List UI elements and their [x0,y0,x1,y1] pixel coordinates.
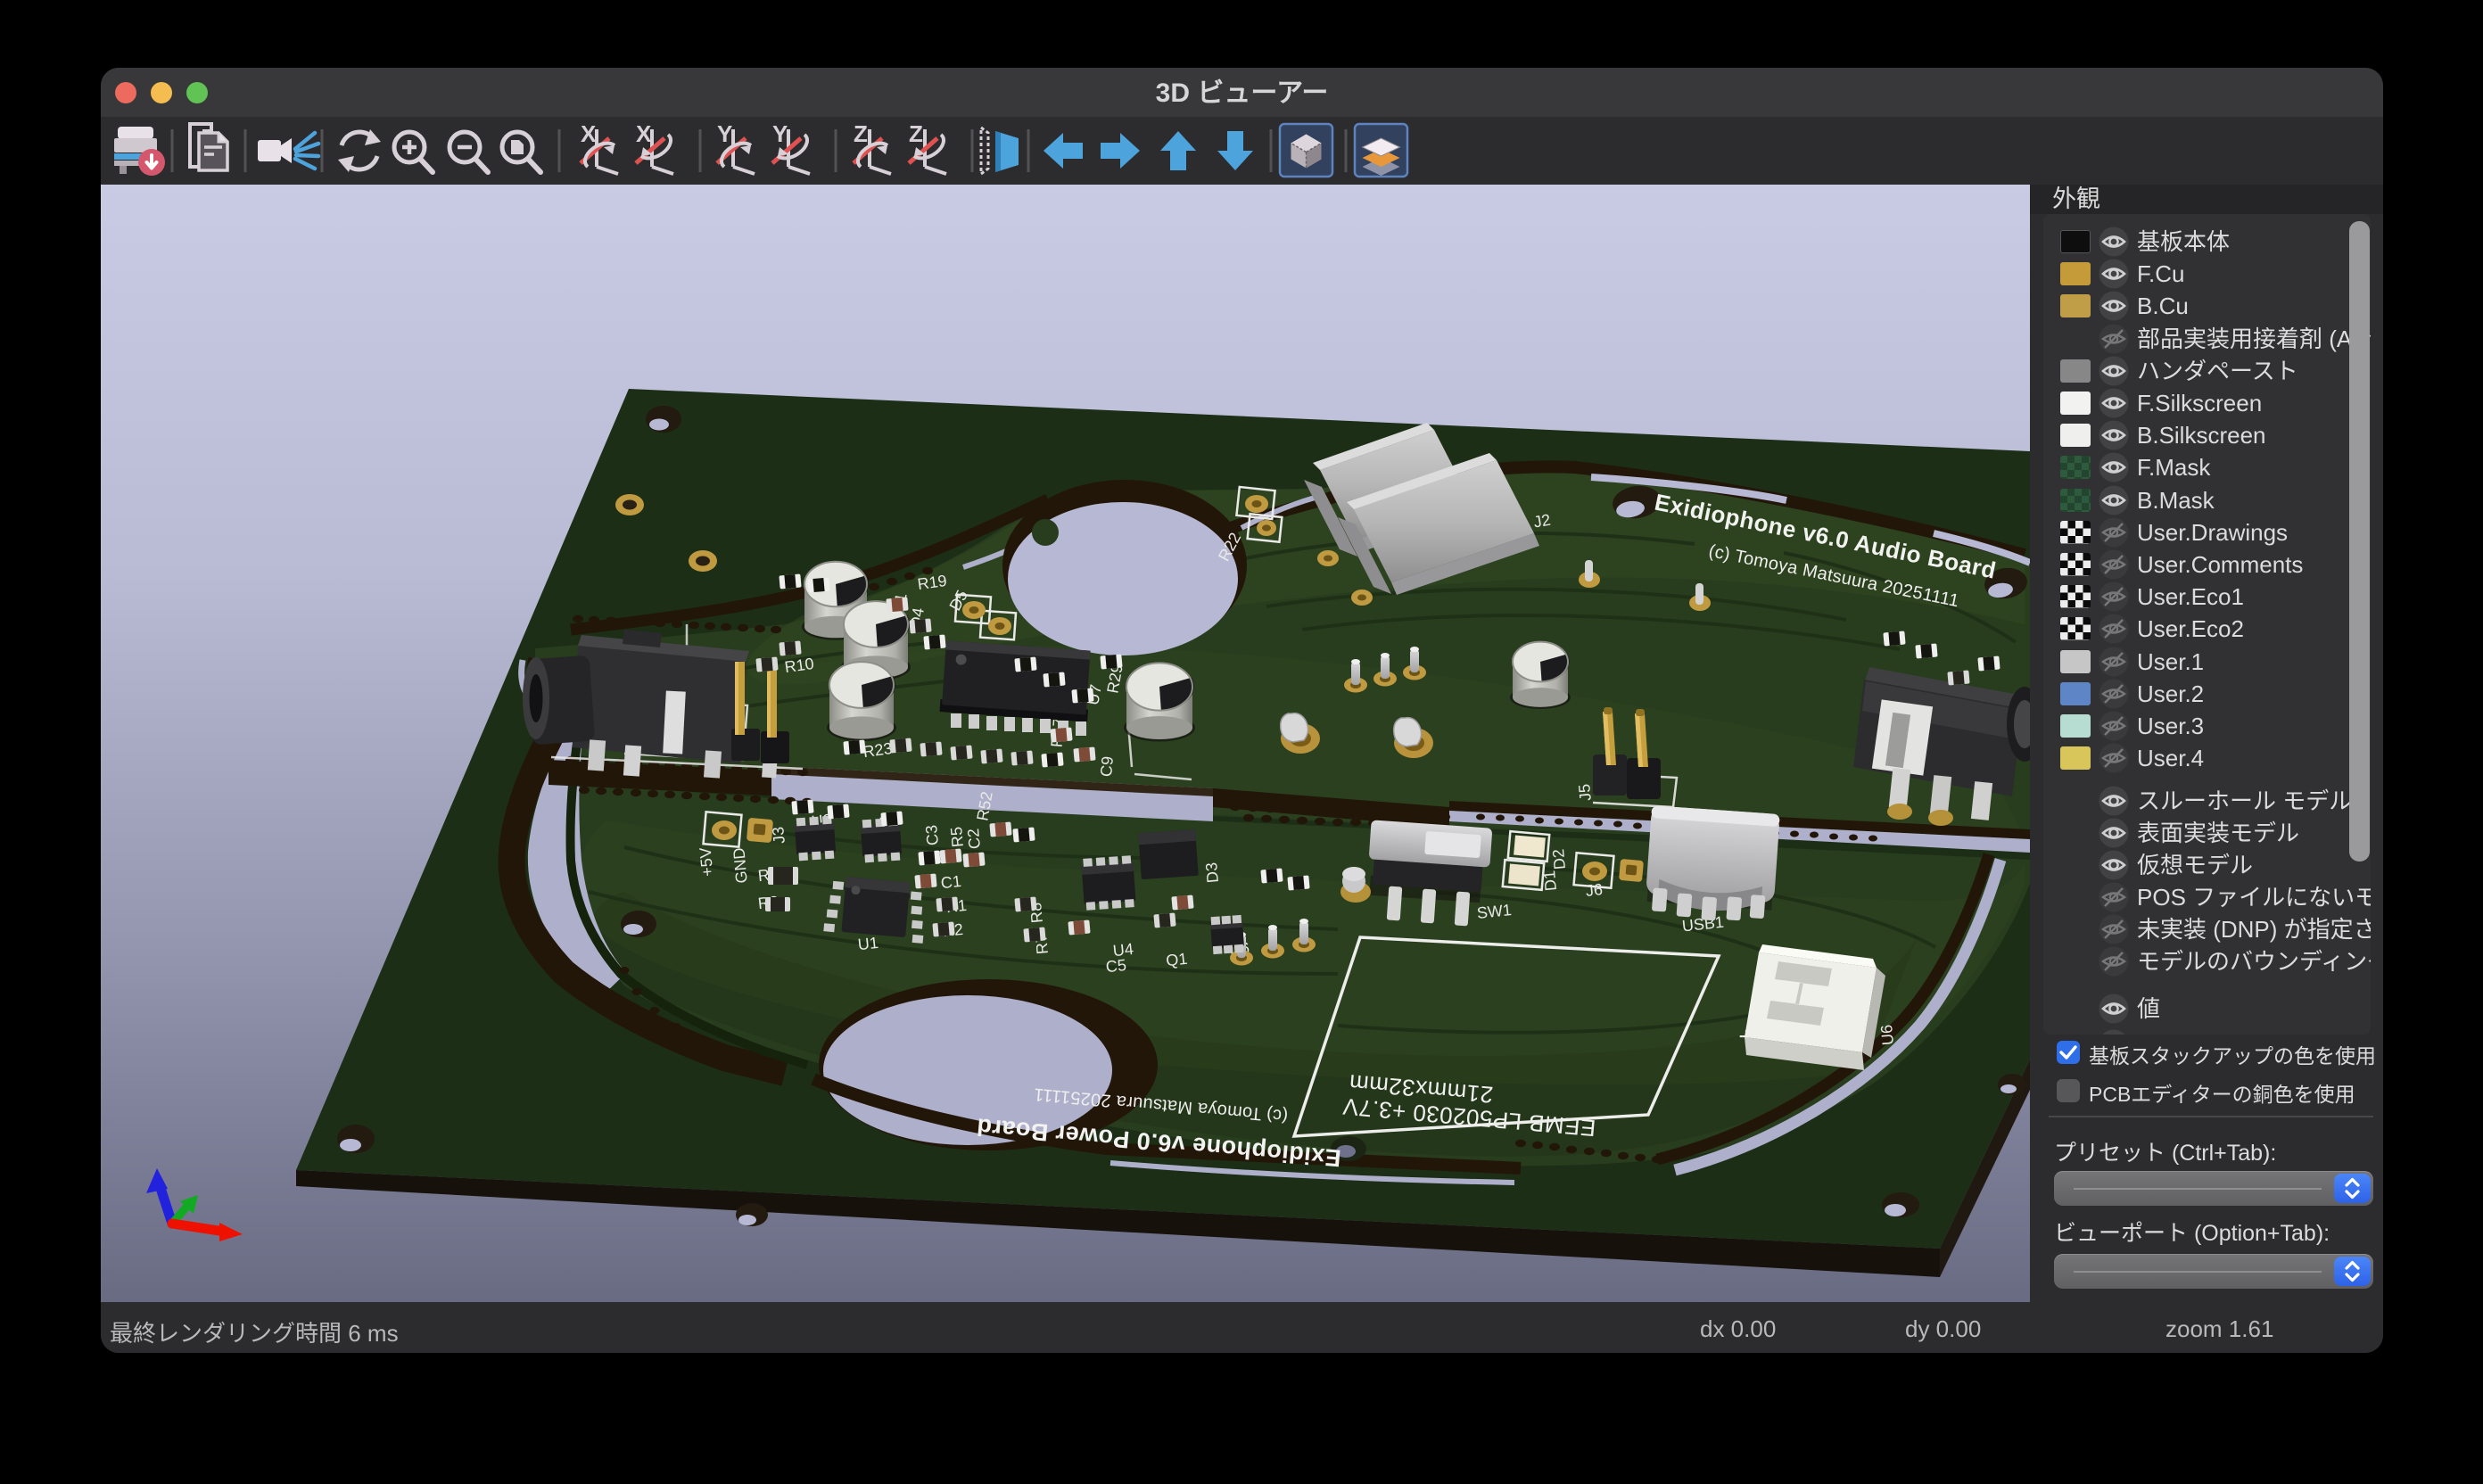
svg-text:J5: J5 [1575,783,1595,802]
svg-text:D3: D3 [1202,862,1222,884]
svg-text:J2: J2 [1532,511,1552,532]
svg-text:GND: GND [730,847,750,885]
svg-text:Y: Y [772,120,788,147]
svg-text:Y: Y [717,120,732,147]
svg-text:X: X [581,120,597,147]
svg-text:R5: R5 [947,826,967,848]
svg-text:Z: Z [909,120,923,147]
svg-text:U1: U1 [857,934,879,953]
svg-text:C2: C2 [964,828,984,850]
svg-text:C3: C3 [922,824,942,846]
svg-text:C1: C1 [940,872,962,892]
svg-text:X: X [636,120,652,147]
svg-text:Q1: Q1 [1165,950,1188,969]
svg-text:Z: Z [854,120,868,147]
svg-text:+5V: +5V [697,846,717,877]
svg-text:U4: U4 [1112,940,1134,960]
svg-text:D2: D2 [1549,848,1569,870]
svg-text:U6: U6 [1877,1024,1897,1046]
svg-text:SW1: SW1 [1476,901,1513,922]
svg-text:J6: J6 [1585,880,1604,900]
svg-text:C9: C9 [1097,755,1117,778]
